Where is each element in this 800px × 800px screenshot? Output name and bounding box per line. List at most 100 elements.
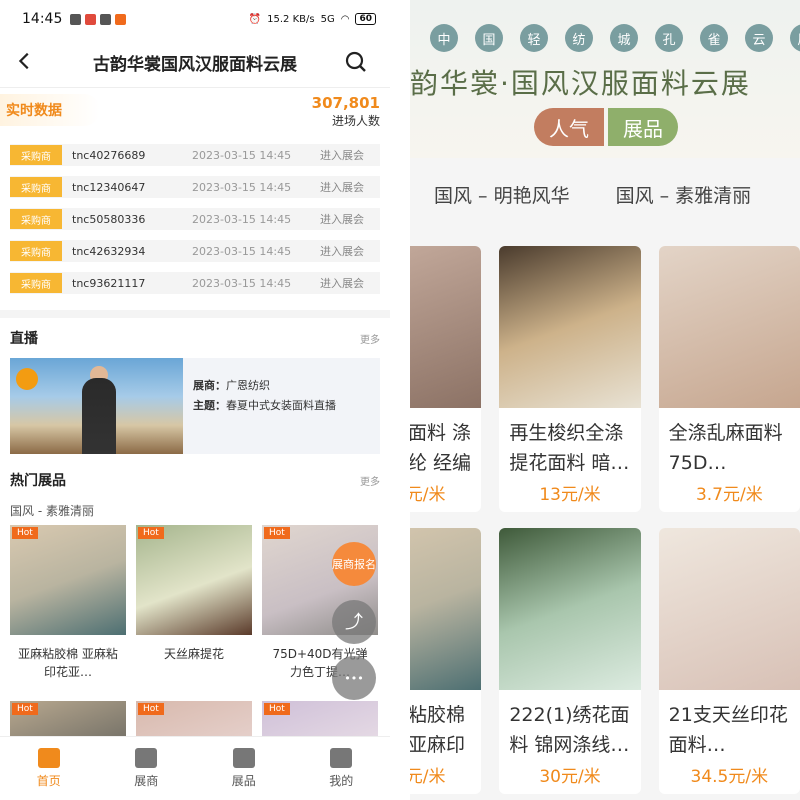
event-banner: 中 国 轻 纺 城 孔 雀 云 展 古韵华裳·国风汉服面料云展 人气 展品 xyxy=(410,0,800,158)
page-header: 古韵华裳国风汉服面料云展 xyxy=(0,38,390,88)
battery-icon: 60 xyxy=(355,13,376,25)
exhibitor-name: 广恩纺织 xyxy=(226,379,270,392)
product-card[interactable]: Hot 亚麻粘胶棉 亚麻粘印花亚… xyxy=(10,525,126,695)
visitor-time: 2023-03-15 14:45 xyxy=(192,212,292,226)
banner-chip: 孔 xyxy=(655,24,683,52)
visitor-id: tnc40276689 xyxy=(72,148,146,162)
banner-title: 古韵华裳·国风汉服面料云展 xyxy=(410,67,751,100)
visitor-row: 采购商 tnc42632934 2023-03-15 14:45 进入展会 xyxy=(10,240,380,262)
live-more-link[interactable]: 更多 xyxy=(360,331,380,346)
tab-products[interactable]: 展品 xyxy=(195,737,293,800)
product-image xyxy=(499,246,641,408)
banner-chip: 中 xyxy=(430,24,458,52)
visitor-time: 2023-03-15 14:45 xyxy=(192,276,292,290)
product-image: Hot xyxy=(10,525,126,635)
live-info: 展商：广恩纺织 主题：春夏中式女装面料直播 xyxy=(183,358,346,454)
user-icon xyxy=(330,748,353,768)
exhibitor-label: 展商： xyxy=(193,379,226,392)
product-card[interactable]: 222(1)绣花面料 锦网涤线… 30元/米 xyxy=(499,528,641,794)
hot-subtitle: 国风 - 素雅清丽 xyxy=(10,504,94,518)
hot-more-link[interactable]: 更多 xyxy=(360,473,380,488)
tab-label: 首页 xyxy=(36,774,61,788)
visitor-time: 2023-03-15 14:45 xyxy=(192,244,292,258)
banner-chip: 云 xyxy=(745,24,773,52)
live-section: 直播 更多 展商：广恩纺织 主题：春夏中式女装面料直播 xyxy=(0,318,390,462)
hot-section: 热门展品 更多 国风 - 素雅清丽 Hot 亚麻粘胶棉 亚麻粘印花亚… Hot … xyxy=(0,462,390,759)
presenter-body xyxy=(82,378,116,454)
visitor-action: 进入展会 xyxy=(320,149,364,162)
search-icon[interactable] xyxy=(344,50,368,74)
banner-chip: 雀 xyxy=(700,24,728,52)
product-card[interactable]: 面料 涤纶 经编织裙… 元/米 xyxy=(410,246,482,512)
visitor-time: 2023-03-15 14:45 xyxy=(192,148,292,162)
tab-label: 展品 xyxy=(231,774,256,788)
exhibitor-register-button[interactable]: 展商报名 xyxy=(332,542,376,586)
product-price: 3.7元/米 xyxy=(695,485,763,505)
product-image xyxy=(499,528,641,690)
banner-chips: 中 国 轻 纺 城 孔 雀 云 展 xyxy=(430,24,800,52)
wifi-icon: ◠ xyxy=(340,13,350,25)
more-options-button[interactable]: ••• xyxy=(332,656,376,700)
product-name: 粘胶棉 亚麻印花亚… xyxy=(410,704,466,756)
visitor-id: tnc12340647 xyxy=(72,180,146,194)
product-image xyxy=(410,246,482,408)
visitor-id: tnc42632934 xyxy=(72,244,146,258)
category-tab[interactable]: 国风 – 明艳风华 xyxy=(434,181,570,208)
realtime-title: 实时数据 xyxy=(0,94,100,126)
hot-badge: Hot xyxy=(264,703,290,715)
product-name: 面料 涤纶 经编织裙… xyxy=(410,422,472,474)
visitor-id: tnc50580336 xyxy=(72,212,146,226)
product-card[interactable]: 粘胶棉 亚麻印花亚… 元/米 xyxy=(410,528,482,794)
hot-title: 热门展品 xyxy=(10,473,66,489)
net-speed: 15.2 KB/s xyxy=(267,13,315,25)
hot-badge: Hot xyxy=(264,527,290,539)
product-price: 元/米 xyxy=(410,767,446,787)
share-icon[interactable]: ⤴ xyxy=(332,600,376,644)
category-tabs: 国风 – 明艳风华 国风 – 素雅清丽 xyxy=(410,158,800,230)
product-price: 13元/米 xyxy=(539,485,601,505)
product-price: 元/米 xyxy=(410,485,446,505)
visitor-row: 采购商 tnc40276689 2023-03-15 14:45 进入展会 xyxy=(10,144,380,166)
left-screen: 14:45 ⏰ 15.2 KB/s 5G ◠ 60 古韵华裳国风汉服面料云展 实… xyxy=(0,0,390,800)
grid-icon xyxy=(135,748,158,768)
app-icon-2 xyxy=(115,13,127,25)
product-image: Hot xyxy=(136,525,252,635)
visitor-count-label: 进场人数 xyxy=(331,114,380,128)
notification-icons xyxy=(70,13,127,25)
buyer-tag: 采购商 xyxy=(10,177,62,197)
hot-badge: Hot xyxy=(138,527,164,539)
page-title: 古韵华裳国风汉服面料云展 xyxy=(93,55,297,75)
banner-chip: 纺 xyxy=(565,24,593,52)
product-image xyxy=(658,246,800,408)
product-card[interactable]: Hot 天丝麻提花 xyxy=(136,525,252,695)
buyer-tag: 采购商 xyxy=(10,241,62,261)
product-name: 21支天丝印花面料… xyxy=(668,704,788,756)
pill-products: 展品 xyxy=(608,108,678,146)
pill-popular: 人气 xyxy=(534,108,604,146)
category-tab[interactable]: 国风 – 素雅清丽 xyxy=(616,181,752,208)
visitor-row: 采购商 tnc93621117 2023-03-15 14:45 进入展会 xyxy=(10,272,380,294)
back-arrow-icon[interactable] xyxy=(14,50,36,72)
hot-badge: Hot xyxy=(12,703,38,715)
product-name: 全涤乱麻面料 75D… xyxy=(668,422,783,474)
tab-profile[interactable]: 我的 xyxy=(293,737,391,800)
tab-label: 展商 xyxy=(134,774,159,788)
hot-badge: Hot xyxy=(138,703,164,715)
topic-label: 主题： xyxy=(193,399,226,412)
right-screen: 中 国 轻 纺 城 孔 雀 云 展 古韵华裳·国风汉服面料云展 人气 展品 国风… xyxy=(410,0,800,800)
banner-chip: 城 xyxy=(610,24,638,52)
product-card[interactable]: 21支天丝印花面料… 34.5元/米 xyxy=(658,528,800,794)
product-card[interactable]: 全涤乱麻面料 75D… 3.7元/米 xyxy=(658,246,800,512)
live-title: 直播 xyxy=(10,331,38,347)
product-image xyxy=(658,528,800,690)
visitor-row: 采购商 tnc12340647 2023-03-15 14:45 进入展会 xyxy=(10,176,380,198)
home-icon xyxy=(37,748,60,768)
tab-home[interactable]: 首页 xyxy=(0,737,98,800)
visitor-action: 进入展会 xyxy=(320,213,364,226)
tab-exhibitors[interactable]: 展商 xyxy=(98,737,196,800)
visitor-time: 2023-03-15 14:45 xyxy=(192,180,292,194)
banner-chip: 轻 xyxy=(520,24,548,52)
signal-label: 5G xyxy=(320,13,335,25)
product-card[interactable]: 再生梭织全涤提花面料 暗… 13元/米 xyxy=(499,246,641,512)
live-card[interactable]: 展商：广恩纺织 主题：春夏中式女装面料直播 xyxy=(10,358,380,454)
